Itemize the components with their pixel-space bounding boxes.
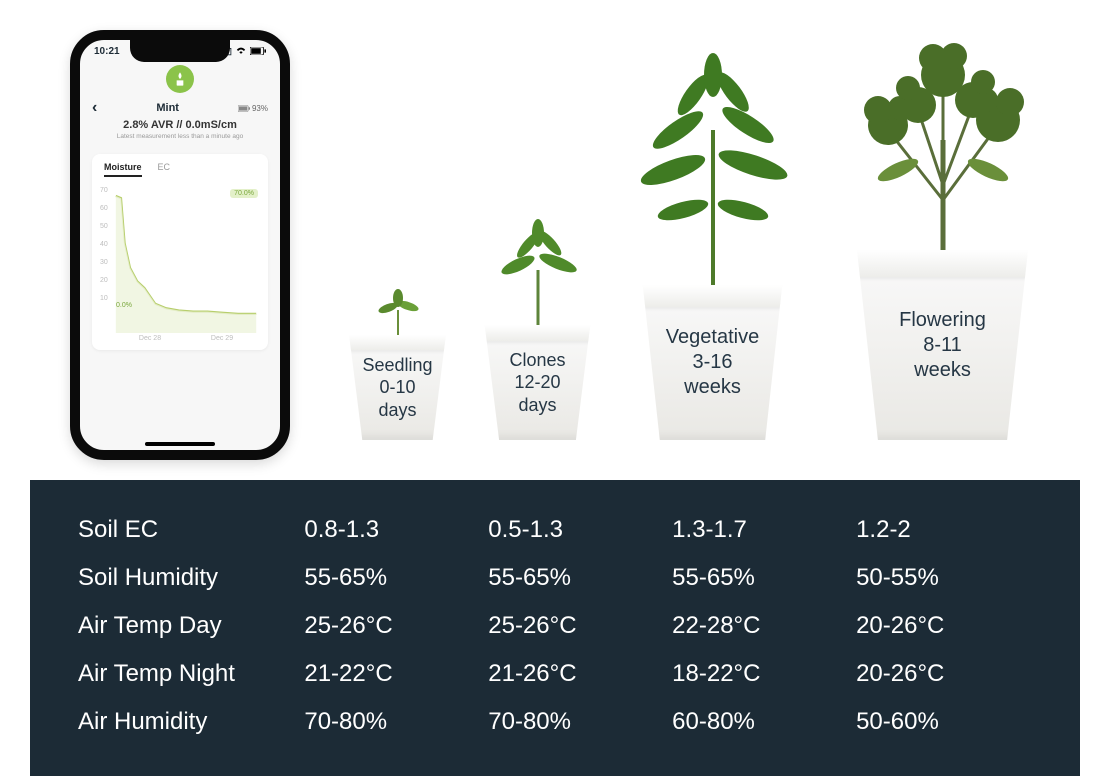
ytick: 40 [100, 241, 108, 248]
ytick: 10 [100, 295, 108, 302]
ytick: 50 [100, 223, 108, 230]
stage-name: Flowering [899, 309, 986, 331]
metric-label: Soil Humidity [78, 554, 304, 602]
metric-label: Air Temp Night [78, 650, 304, 698]
plant-app-icon [166, 65, 194, 93]
stage-name: Vegetative [666, 326, 759, 348]
metric-value: 22-28°C [672, 602, 856, 650]
stage-unit: weeks [914, 359, 971, 381]
metric-value: 55-65% [304, 554, 488, 602]
stage-name: Seedling [362, 355, 432, 375]
table-row: Soil Humidity 55-65% 55-65% 55-65% 50-55… [78, 554, 1040, 602]
metric-label: Air Humidity [78, 698, 304, 746]
metric-value: 1.2-2 [856, 506, 1040, 554]
metric-value: 20-26°C [856, 602, 1040, 650]
app-plant-title: Mint [156, 102, 179, 114]
metric-value: 1.3-1.7 [672, 506, 856, 554]
metric-value: 50-55% [856, 554, 1040, 602]
phone-notch [130, 40, 230, 62]
stage-unit: weeks [684, 376, 741, 398]
table-row: Soil EC 0.8-1.3 0.5-1.3 1.3-1.7 1.2-2 [78, 506, 1040, 554]
avr-metric: 2.8% AVR // 0.0mS/cm [92, 119, 268, 131]
ytick: 60 [100, 205, 108, 212]
moisture-chart: 70 60 50 40 30 20 10 70.0% 0.0% [96, 183, 264, 333]
metric-value: 20-26°C [856, 650, 1040, 698]
chart-peak-badge: 70.0% [230, 189, 258, 198]
metric-value: 0.8-1.3 [304, 506, 488, 554]
stage-clones: Clones 12-20 days [478, 215, 598, 440]
tab-moisture[interactable]: Moisture [104, 162, 142, 177]
metric-value: 25-26°C [304, 602, 488, 650]
table-row: Air Humidity 70-80% 70-80% 60-80% 50-60% [78, 698, 1040, 746]
stage-unit: days [518, 395, 556, 415]
chart-zero-badge: 0.0% [116, 302, 132, 309]
pot-vegetative: Vegetative 3-16 weeks [635, 285, 790, 440]
stage-duration: 8-11 [923, 334, 962, 356]
stage-vegetative: Vegetative 3-16 weeks [623, 50, 803, 440]
ytick: 20 [100, 277, 108, 284]
stage-parameters-table: Soil EC 0.8-1.3 0.5-1.3 1.3-1.7 1.2-2 So… [30, 480, 1080, 776]
metric-value: 55-65% [488, 554, 672, 602]
battery-icon [250, 47, 266, 57]
ytick: 30 [100, 259, 108, 266]
metric-label: Soil EC [78, 506, 304, 554]
metric-label: Air Temp Day [78, 602, 304, 650]
metric-value: 70-80% [304, 698, 488, 746]
metric-value: 25-26°C [488, 602, 672, 650]
stage-duration: 12-20 [514, 372, 560, 392]
stage-duration: 3-16 [692, 351, 732, 373]
stage-name: Clones [509, 350, 565, 370]
stage-seedling: Seedling 0-10 days [343, 280, 453, 440]
metric-value: 0.5-1.3 [488, 506, 672, 554]
table-row: Air Temp Day 25-26°C 25-26°C 22-28°C 20-… [78, 602, 1040, 650]
pot-seedling: Seedling 0-10 days [343, 335, 453, 440]
metric-value: 18-22°C [672, 650, 856, 698]
stage-duration: 0-10 [379, 377, 415, 397]
table-row: Air Temp Night 21-22°C 21-26°C 18-22°C 2… [78, 650, 1040, 698]
metric-value: 50-60% [856, 698, 1040, 746]
ytick: 70 [100, 187, 108, 194]
moisture-card: Moisture EC 70 60 50 40 30 20 10 70.0% 0… [92, 154, 268, 350]
stage-flowering: Flowering 8-11 weeks [828, 20, 1058, 440]
header-battery-pct: 93% [238, 104, 268, 113]
wifi-icon [236, 47, 246, 57]
metric-value: 55-65% [672, 554, 856, 602]
metric-value: 60-80% [672, 698, 856, 746]
back-chevron-icon[interactable]: ‹ [92, 99, 97, 117]
avr-subtext: Latest measurement less than a minute ag… [92, 133, 268, 140]
status-time: 10:21 [94, 46, 120, 57]
phone-mockup: 10:21 ▮▮▮▯ ‹ Mint [70, 30, 290, 460]
metric-value: 21-26°C [488, 650, 672, 698]
stage-unit: days [378, 400, 416, 420]
metric-value: 21-22°C [304, 650, 488, 698]
metric-value: 70-80% [488, 698, 672, 746]
pot-flowering: Flowering 8-11 weeks [848, 250, 1038, 440]
pot-clones: Clones 12-20 days [478, 325, 598, 440]
home-indicator [145, 442, 215, 446]
tab-ec[interactable]: EC [158, 162, 171, 177]
